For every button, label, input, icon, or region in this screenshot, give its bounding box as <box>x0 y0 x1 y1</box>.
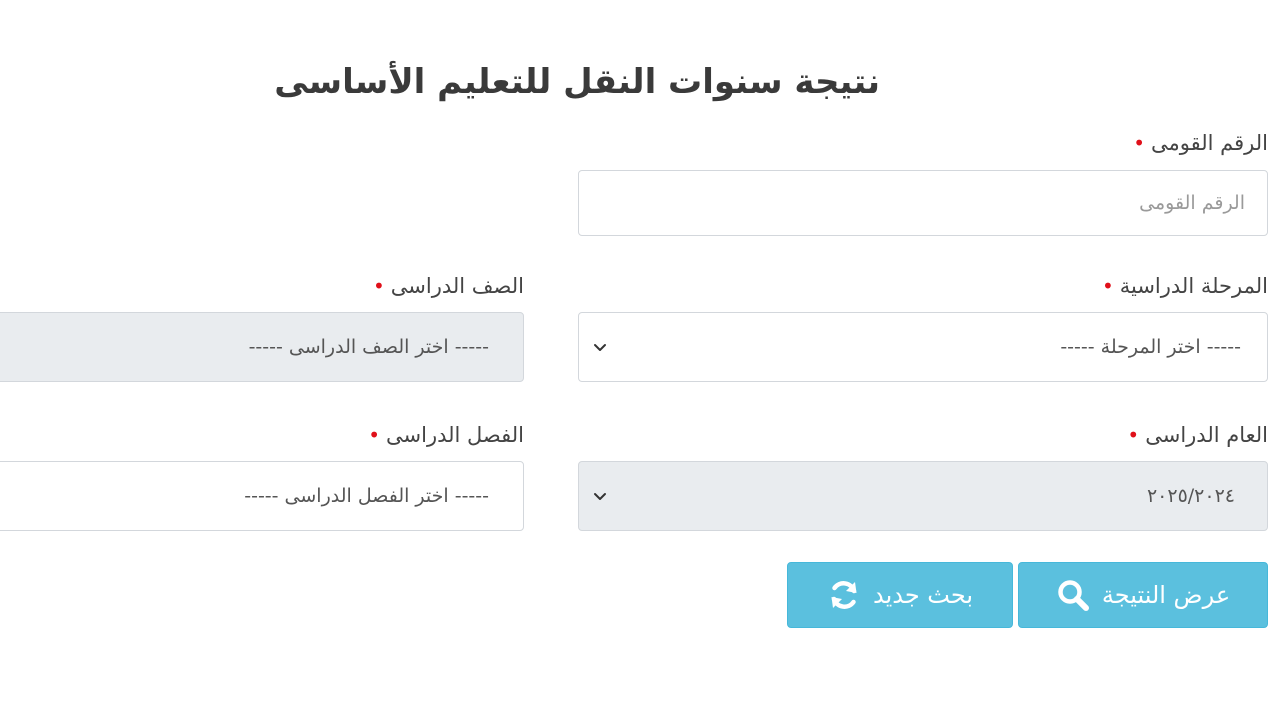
national-id-label: الرقم القومى• <box>1133 129 1268 157</box>
stage-select-value: ----- اختر المرحلة ----- <box>1060 336 1241 358</box>
required-mark: • <box>1127 423 1140 447</box>
page-title: نتيجة سنوات النقل للتعليم الأساسى <box>274 62 880 102</box>
national-id-input[interactable] <box>578 170 1268 236</box>
result-form-page: نتيجة سنوات النقل للتعليم الأساسى الرقم … <box>0 0 1280 720</box>
academic-year-select[interactable]: ٢٠٢٥/٢٠٢٤ <box>578 461 1268 531</box>
term-select[interactable]: ----- اختر الفصل الدراسى ----- <box>0 461 524 531</box>
chevron-down-icon <box>594 493 606 500</box>
academic-year-label-text: العام الدراسى <box>1145 423 1268 447</box>
new-search-label: بحث جديد <box>872 581 974 609</box>
national-id-label-text: الرقم القومى <box>1151 131 1268 155</box>
academic-year-select-value: ٢٠٢٥/٢٠٢٤ <box>1146 485 1235 507</box>
term-label: الفصل الدراسى• <box>368 421 524 449</box>
term-label-text: الفصل الدراسى <box>386 423 524 447</box>
new-search-button[interactable]: بحث جديد <box>787 562 1013 628</box>
required-mark: • <box>368 423 381 447</box>
grade-select-value: ----- اختر الصف الدراسى ----- <box>248 336 489 358</box>
academic-year-label: العام الدراسى• <box>1127 421 1268 449</box>
show-result-button[interactable]: عرض النتيجة <box>1018 562 1268 628</box>
stage-label-text: المرحلة الدراسية <box>1119 274 1268 298</box>
required-mark: • <box>1101 274 1114 298</box>
required-mark: • <box>373 274 385 298</box>
grade-label: الصف الدراسى• <box>373 272 524 300</box>
grade-select[interactable]: ----- اختر الصف الدراسى ----- <box>0 312 524 382</box>
term-select-value: ----- اختر الفصل الدراسى ----- <box>244 485 489 507</box>
search-icon <box>1058 580 1089 611</box>
chevron-down-icon <box>594 344 606 351</box>
stage-select[interactable]: ----- اختر المرحلة ----- <box>578 312 1268 382</box>
grade-label-text: الصف الدراسى <box>390 274 524 298</box>
show-result-label: عرض النتيجة <box>1101 581 1231 609</box>
stage-label: المرحلة الدراسية• <box>1102 272 1268 300</box>
required-mark: • <box>1133 131 1146 155</box>
refresh-icon <box>831 581 857 609</box>
